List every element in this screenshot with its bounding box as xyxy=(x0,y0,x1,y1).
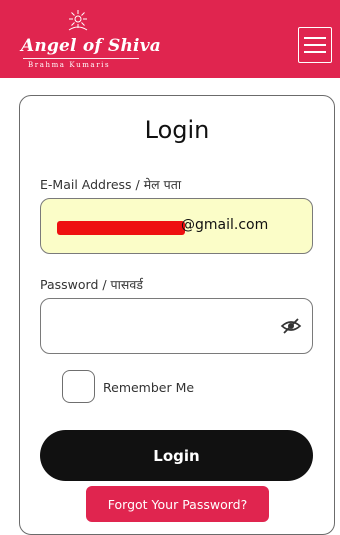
eye-slash-icon[interactable] xyxy=(280,317,302,335)
email-field[interactable]: @gmail.com xyxy=(40,198,313,254)
hamburger-line xyxy=(304,51,326,53)
hamburger-menu-icon[interactable] xyxy=(298,27,332,63)
login-title: Login xyxy=(144,116,210,144)
redaction-mark xyxy=(57,221,185,235)
brand-subtitle: Brahma Kumaris xyxy=(28,61,111,69)
password-field[interactable] xyxy=(40,298,313,354)
brand-name: Angel of Shiva xyxy=(21,36,161,56)
email-value: @gmail.com xyxy=(181,217,269,233)
brand-logo[interactable]: Angel of Shiva Brahma Kumaris xyxy=(16,10,166,72)
email-label: E-Mail Address / मेल पता xyxy=(40,177,182,192)
remember-me-label: Remember Me xyxy=(103,380,195,395)
hamburger-line xyxy=(304,37,326,39)
hamburger-line xyxy=(304,44,326,46)
lotus-logo-icon xyxy=(68,10,88,31)
login-button[interactable]: Login xyxy=(40,430,313,481)
password-label: Password / पासवर्ड xyxy=(40,277,143,292)
forgot-password-button[interactable]: Forgot Your Password? xyxy=(86,486,269,522)
app-header: Angel of Shiva Brahma Kumaris xyxy=(0,0,340,78)
remember-me-checkbox[interactable] xyxy=(62,370,95,403)
brand-divider xyxy=(23,58,139,59)
